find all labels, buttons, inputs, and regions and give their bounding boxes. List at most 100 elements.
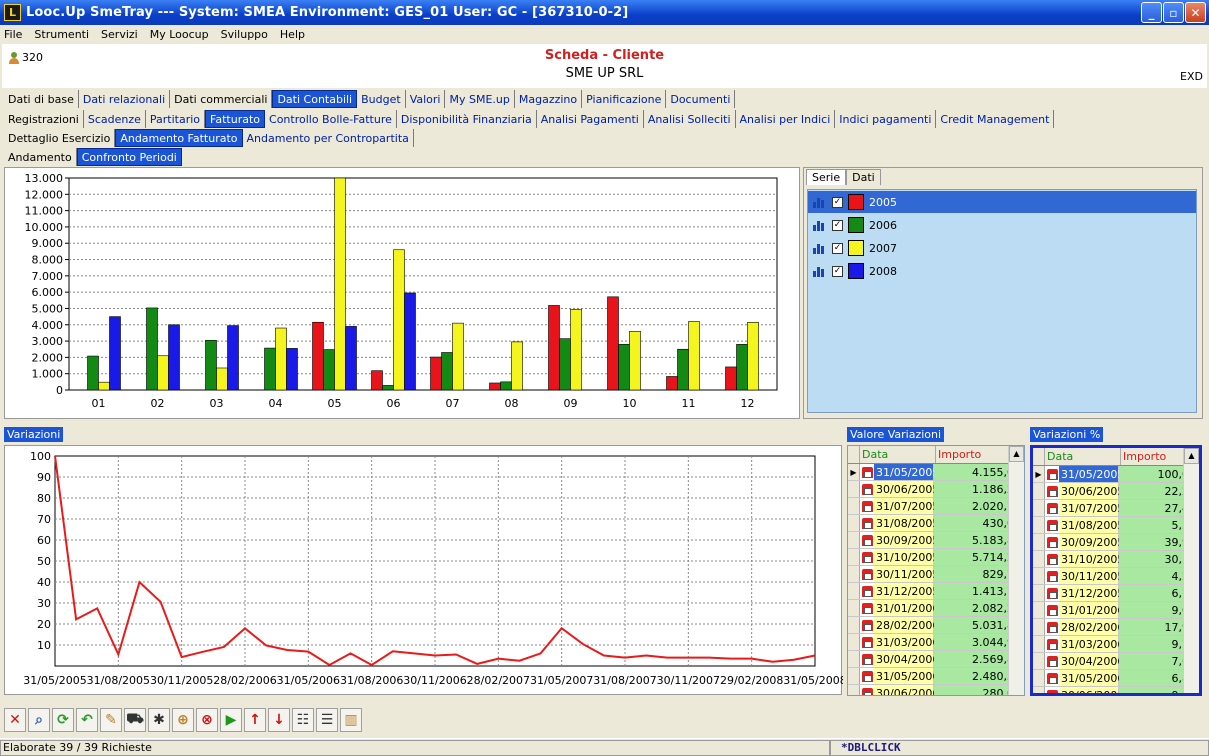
grid-icon[interactable]: ▥ xyxy=(340,708,362,732)
tab-indici-pagamenti[interactable]: Indici pagamenti xyxy=(835,110,937,128)
tab-scadenze[interactable]: Scadenze xyxy=(84,110,146,128)
scroll-up-arrow[interactable]: ▲ xyxy=(1184,448,1199,464)
minimize-button[interactable]: _ xyxy=(1141,2,1162,23)
tab-analisi-pagamenti[interactable]: Analisi Pagamenti xyxy=(537,110,644,128)
table-row[interactable]: 31/03/2006 3.044,94 xyxy=(848,634,1024,651)
menu-servizi[interactable]: Servizi xyxy=(101,28,138,41)
table-row[interactable]: 31/07/2005 27,45 xyxy=(1033,500,1199,517)
edit-icon[interactable]: ✎ xyxy=(100,708,122,732)
tab-dati-contabili[interactable]: Dati Contabili xyxy=(272,90,358,108)
restore-button[interactable]: ▫ xyxy=(1163,2,1184,23)
legend-item-2007[interactable]: ✓ 2007 xyxy=(808,237,1196,259)
cancel-icon[interactable]: ✕ xyxy=(4,708,26,732)
tab-dati[interactable]: Dati xyxy=(846,169,881,185)
table-row[interactable]: ▶ 31/05/2005 4.155,00 xyxy=(848,464,1024,481)
table-row[interactable]: 31/01/2006 2.082,26 xyxy=(848,600,1024,617)
table-row[interactable]: 31/05/2006 2.480,32 xyxy=(848,668,1024,685)
table-row[interactable]: 28/02/2006 5.031,82 xyxy=(848,617,1024,634)
y-tick-label: 1.000 xyxy=(32,368,64,381)
scrollbar[interactable]: ▲ xyxy=(1008,446,1024,695)
menu-sviluppo[interactable]: Sviluppo xyxy=(221,28,268,41)
table-row[interactable]: 30/09/2005 5.183,85 xyxy=(848,532,1024,549)
table-row[interactable]: 31/01/20069,05 xyxy=(1033,602,1199,619)
table-row[interactable]: 30/06/2006 280,00 xyxy=(848,685,1024,695)
legend-item-2008[interactable]: ✓ 2008 xyxy=(808,260,1196,282)
table-row[interactable]: 31/03/20069,79 xyxy=(1033,636,1199,653)
tab-dati-di-base[interactable]: Dati di base xyxy=(4,90,79,108)
tab-andamento-fatturato[interactable]: Andamento Fatturato xyxy=(115,129,243,147)
tab-credit-management[interactable]: Credit Management xyxy=(936,110,1055,128)
refresh-icon[interactable]: ⟳ xyxy=(52,708,74,732)
tab-valori[interactable]: Valori xyxy=(406,90,446,108)
select-icon[interactable]: ✱ xyxy=(148,708,170,732)
tab-registrazioni[interactable]: Registrazioni xyxy=(4,110,84,128)
tab-dati-commerciali[interactable]: Dati commerciali xyxy=(170,90,273,108)
checkbox[interactable]: ✓ xyxy=(832,242,843,254)
arrow-up-icon[interactable]: ↑ xyxy=(244,708,266,732)
close-button[interactable]: ✕ xyxy=(1185,2,1206,23)
scroll-up-arrow[interactable]: ▲ xyxy=(1009,446,1024,462)
tab-controllo-bolle-fatture[interactable]: Controllo Bolle-Fatture xyxy=(265,110,397,128)
menu-file[interactable]: File xyxy=(4,28,22,41)
legend-item-2005[interactable]: ✓ 2005 xyxy=(808,191,1196,213)
tab-row-3: Dettaglio Esercizio Andamento Fatturato … xyxy=(4,129,414,147)
checkbox[interactable]: ✓ xyxy=(832,219,843,231)
stop-icon[interactable]: ⊗ xyxy=(196,708,218,732)
tab-analisi-solleciti[interactable]: Analisi Solleciti xyxy=(644,110,736,128)
tree-icon[interactable]: ☷ xyxy=(292,708,314,732)
tab-dati-relazionali[interactable]: Dati relazionali xyxy=(79,90,171,108)
scrollbar[interactable]: ▲ xyxy=(1183,448,1199,693)
tab-documenti[interactable]: Documenti xyxy=(666,90,736,108)
tab-andamento[interactable]: Andamento xyxy=(4,148,77,166)
checkbox[interactable]: ✓ xyxy=(832,265,843,277)
menu-strumenti[interactable]: Strumenti xyxy=(34,28,89,41)
table-row[interactable]: 30/09/2005 39,95 xyxy=(1033,534,1199,551)
table-row[interactable]: 31/12/20056,75 xyxy=(1033,585,1199,602)
table-row[interactable]: 30/06/20069,77 xyxy=(1033,687,1199,693)
cart-icon[interactable]: ⛟ xyxy=(124,708,146,732)
table-row[interactable]: 31/12/2005 1.413,75 xyxy=(848,583,1024,600)
table-row[interactable]: 31/07/2005 2.020,75 xyxy=(848,498,1024,515)
table-row[interactable]: 30/04/20067,63 xyxy=(1033,653,1199,670)
tab-magazzino[interactable]: Magazzino xyxy=(515,90,583,108)
checkbox[interactable]: ✓ xyxy=(832,196,843,208)
table-row[interactable]: 30/06/2005 1.186,24 xyxy=(848,481,1024,498)
table-row[interactable]: 30/11/2005 829,70 xyxy=(848,566,1024,583)
table-row[interactable]: 30/11/20054,25 xyxy=(1033,568,1199,585)
tab-my-smeup[interactable]: My SME.up xyxy=(445,90,515,108)
zoom-icon[interactable]: ⊕ xyxy=(172,708,194,732)
arrow-down-icon[interactable]: ↓ xyxy=(268,708,290,732)
tab-confronto-periodi[interactable]: Confronto Periodi xyxy=(76,148,182,166)
col-data-header[interactable]: Data xyxy=(1045,448,1121,465)
table-row[interactable]: 31/05/20066,86 xyxy=(1033,670,1199,687)
table-row[interactable]: 31/08/20055,52 xyxy=(1033,517,1199,534)
table-row[interactable]: ▶ 31/05/2005 100,00 xyxy=(1033,466,1199,483)
x-tick-label: 30/11/2005 xyxy=(150,674,213,687)
back-icon[interactable]: ↶ xyxy=(76,708,98,732)
exd-label[interactable]: EXD xyxy=(1180,70,1203,83)
table-row[interactable]: 30/06/2005 22,21 xyxy=(1033,483,1199,500)
tab-dettaglio-esercizio[interactable]: Dettaglio Esercizio xyxy=(4,129,116,147)
menu-my-loocup[interactable]: My Loocup xyxy=(150,28,209,41)
tab-andamento-per-contropartita[interactable]: Andamento per Contropartita xyxy=(243,129,414,147)
table-row[interactable]: 31/10/2005 5.714,20 xyxy=(848,549,1024,566)
legend-item-2006[interactable]: ✓ 2006 xyxy=(808,214,1196,236)
tab-budget[interactable]: Budget xyxy=(357,90,406,108)
menu-help[interactable]: Help xyxy=(280,28,305,41)
tab-analisi-per-indici[interactable]: Analisi per Indici xyxy=(736,110,836,128)
y-tick-label: 12.000 xyxy=(25,188,64,201)
columns-icon[interactable]: ☰ xyxy=(316,708,338,732)
tab-disponibilita-finanziaria[interactable]: Disponibilità Finanziaria xyxy=(397,110,537,128)
tab-pianificazione[interactable]: Pianificazione xyxy=(582,90,667,108)
table-row[interactable]: 28/02/2006 17,94 xyxy=(1033,619,1199,636)
col-data-header[interactable]: Data xyxy=(860,446,936,463)
play-icon[interactable]: ▶ xyxy=(220,708,242,732)
tab-fatturato[interactable]: Fatturato xyxy=(205,110,266,128)
tab-serie[interactable]: Serie xyxy=(806,169,847,185)
table-row[interactable]: 31/08/2005 430,00 xyxy=(848,515,1024,532)
table-row[interactable]: 31/10/2005 30,57 xyxy=(1033,551,1199,568)
tab-partitario[interactable]: Partitario xyxy=(146,110,206,128)
y-tick-label: 9.000 xyxy=(32,237,64,250)
table-row[interactable]: 30/04/2006 2.569,80 xyxy=(848,651,1024,668)
search-icon[interactable]: ⌕ xyxy=(28,708,50,732)
